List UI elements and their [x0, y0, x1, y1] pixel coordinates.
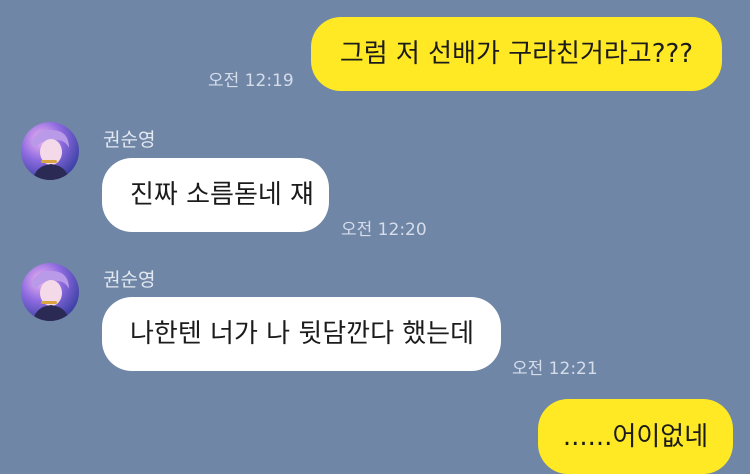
message-timestamp: 오전 12:20 [341, 220, 427, 240]
sender-name: 권순영 [103, 269, 156, 291]
message-text: 진짜 소름돋네 쟤 [130, 180, 314, 210]
outgoing-message-bubble[interactable]: 그럼 저 선배가 구라친거라고??? [311, 17, 722, 91]
incoming-message-bubble[interactable]: 나한텐 너가 나 뒷담깐다 했는데 [102, 297, 501, 371]
message-text: 그럼 저 선배가 구라친거라고??? [339, 39, 694, 69]
profile-photo-icon [21, 122, 79, 180]
chat-room: 오전 12:19 그럼 저 선배가 구라친거라고??? 권순영 진짜 소름돋네 … [0, 0, 750, 474]
message-text: ......어이없네 [562, 421, 709, 452]
message-timestamp: 오전 12:21 [512, 359, 598, 379]
incoming-message-bubble[interactable]: 진짜 소름돋네 쟤 [102, 158, 329, 232]
outgoing-message-bubble[interactable]: ......어이없네 [538, 399, 733, 474]
sender-avatar[interactable] [21, 263, 79, 321]
sender-avatar[interactable] [21, 122, 79, 180]
sender-name: 권순영 [103, 129, 156, 151]
profile-photo-icon [21, 263, 79, 321]
message-timestamp: 오전 12:19 [208, 71, 294, 91]
message-text: 나한텐 너가 나 뒷담깐다 했는데 [130, 319, 475, 349]
